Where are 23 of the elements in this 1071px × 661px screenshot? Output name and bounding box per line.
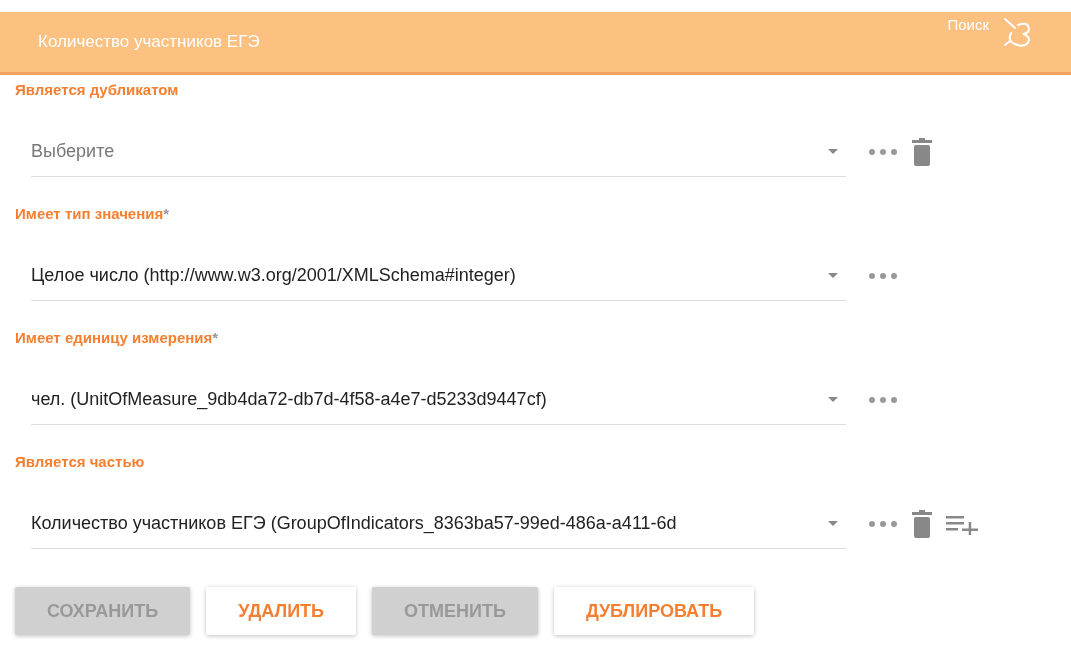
select-field[interactable]: чел. (UnitOfMeasure_9db4da72-db7d-4f58-a4e7-d5233d9447cf): [31, 375, 846, 425]
action-button[interactable]: УДАЛИТЬ: [206, 587, 356, 635]
caret-icon: [828, 273, 838, 278]
select-field[interactable]: Целое число (http://www.w3.org/2001/XMLSchema#integer): [31, 251, 846, 301]
page-title: Количество участников ЕГЭ: [38, 32, 261, 52]
trash-icon[interactable]: [912, 138, 932, 166]
select-field[interactable]: Количество участников ЕГЭ (GroupOfIndicators_8363ba57-99ed-486a-a411-6d: [31, 499, 846, 549]
caret-icon: [828, 521, 838, 526]
field-label: Имеет тип значения*: [15, 205, 171, 224]
action-button[interactable]: ДУБЛИРОВАТЬ: [553, 587, 755, 635]
trash-icon[interactable]: [912, 510, 932, 538]
field-label: Является частью: [15, 453, 146, 472]
add-list-icon[interactable]: [946, 513, 980, 535]
search-link[interactable]: Поиск: [947, 16, 989, 33]
more-icon[interactable]: [868, 396, 898, 404]
caret-icon: [828, 397, 838, 402]
more-icon[interactable]: [868, 520, 898, 528]
caret-icon: [828, 149, 838, 154]
select-field[interactable]: Выберите: [31, 127, 846, 177]
more-icon[interactable]: [868, 272, 898, 280]
more-icon[interactable]: [868, 148, 898, 156]
field-label: Является дубликатом: [15, 81, 180, 100]
field-label: Имеет единицу измерения*: [15, 329, 220, 348]
